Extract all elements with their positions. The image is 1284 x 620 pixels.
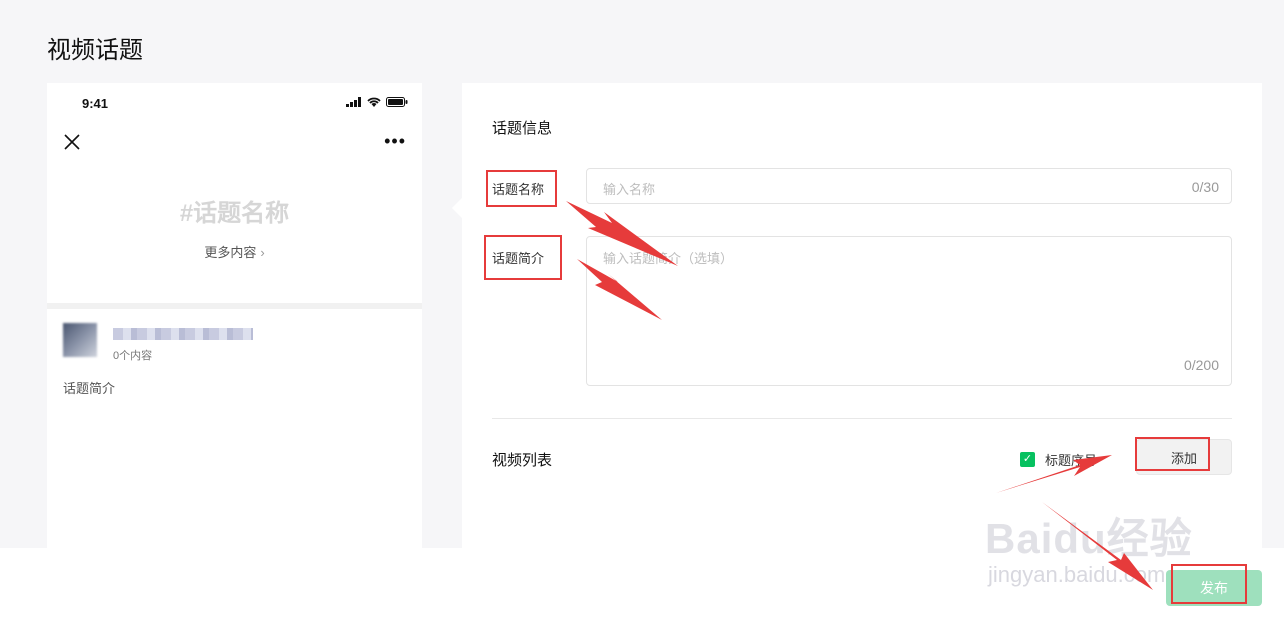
preview-topic-name: #话题名称 <box>179 200 290 227</box>
intro-textarea[interactable]: 输入话题简介（选填） 0/200 <box>586 236 1232 386</box>
creator-info: 0个内容 <box>63 323 413 363</box>
preview-pointer <box>452 198 462 218</box>
creator-name-blurred <box>113 328 253 340</box>
footer-bar: 发布 <box>0 548 1284 620</box>
signal-icon <box>346 97 361 107</box>
annotation-box-add <box>1135 437 1210 471</box>
phone-preview: 9:41 ••• #话题名称 更多内容 › 0个内容 话题简介 <box>47 83 422 553</box>
annotation-box-name <box>486 170 557 207</box>
name-char-count: 0/30 <box>1191 179 1219 195</box>
status-bar: 9:41 <box>47 83 422 123</box>
status-icons <box>346 97 408 107</box>
status-time: 9:41 <box>82 96 109 111</box>
creator-content-count: 0个内容 <box>113 350 153 362</box>
topic-hero: #话题名称 更多内容 › <box>47 193 422 261</box>
form-divider <box>492 418 1232 419</box>
avatar <box>63 323 97 357</box>
more-content-link[interactable]: 更多内容 › <box>47 242 422 261</box>
page-title: 视频话题 <box>47 37 143 64</box>
annotation-box-publish <box>1171 564 1247 604</box>
preview-divider <box>47 303 422 309</box>
section-title: 话题信息 <box>492 120 553 137</box>
close-icon[interactable] <box>63 133 81 151</box>
check-icon[interactable]: ✓ <box>1020 452 1035 467</box>
preview-intro: 话题简介 <box>63 381 116 396</box>
name-placeholder: 输入名称 <box>603 182 656 197</box>
form-panel: 话题信息 话题名称 输入名称 0/30 话题简介 输入话题简介（选填） 0/20… <box>462 83 1262 553</box>
battery-icon <box>386 97 408 107</box>
annotation-box-intro <box>484 235 562 280</box>
more-icon[interactable]: ••• <box>384 131 406 152</box>
intro-char-count: 0/200 <box>1183 357 1219 373</box>
title-order-checkbox[interactable]: ✓ 标题序号 <box>1020 450 1097 469</box>
wifi-icon <box>367 97 381 107</box>
intro-placeholder: 输入话题简介（选填） <box>603 251 734 266</box>
title-order-label: 标题序号 <box>1045 453 1098 468</box>
video-list-title: 视频列表 <box>492 452 553 469</box>
chevron-right-icon: › <box>260 245 265 260</box>
more-content-label: 更多内容 <box>204 245 257 260</box>
name-input[interactable]: 输入名称 0/30 <box>586 168 1232 204</box>
